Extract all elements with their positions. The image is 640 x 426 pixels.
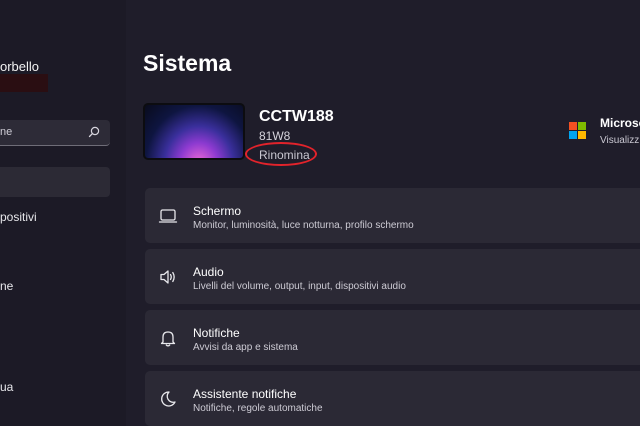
- search-icon[interactable]: [88, 126, 100, 138]
- microsoft-account-subtitle: Visualizz: [600, 135, 640, 146]
- user-name: orbello: [0, 59, 40, 74]
- setting-description: Avvisi da app e sistema: [193, 342, 298, 353]
- microsoft-logo-icon: [569, 122, 586, 139]
- red-annotation-circle: [245, 142, 317, 166]
- setting-title: Assistente notifiche: [193, 387, 297, 401]
- settings-card-audio[interactable]: Audio Livelli del volume, output, input,…: [145, 249, 640, 304]
- sidebar-item-rete[interactable]: ne: [0, 279, 13, 293]
- setting-title: Audio: [193, 265, 224, 279]
- redacted-user-email: [0, 74, 48, 92]
- device-wallpaper-thumbnail: [143, 103, 245, 160]
- monitor-icon: [158, 209, 178, 223]
- sidebar: orbello ne positivi ne ua: [0, 0, 126, 426]
- setting-description: Notifiche, regole automatiche: [193, 403, 323, 414]
- setting-description: Monitor, luminosità, luce notturna, prof…: [193, 220, 414, 231]
- settings-card-schermo[interactable]: Schermo Monitor, luminosità, luce nottur…: [145, 188, 640, 243]
- moon-icon: [161, 391, 176, 407]
- sidebar-item-lingua[interactable]: ua: [0, 380, 13, 394]
- bell-icon: [160, 331, 176, 347]
- device-model: 81W8: [259, 129, 291, 143]
- search-input[interactable]: ne: [0, 120, 110, 146]
- sidebar-item-sistema[interactable]: [0, 167, 110, 197]
- settings-card-notifiche[interactable]: Notifiche Avvisi da app e sistema: [145, 310, 640, 365]
- sidebar-item-dispositivi[interactable]: positivi: [0, 210, 37, 224]
- setting-title: Notifiche: [193, 326, 240, 340]
- device-name: CCTW188: [259, 108, 334, 125]
- page-title: Sistema: [143, 50, 232, 76]
- speaker-icon: [160, 270, 175, 284]
- settings-card-assistente-notifiche[interactable]: Assistente notifiche Notifiche, regole a…: [145, 371, 640, 426]
- setting-description: Livelli del volume, output, input, dispo…: [193, 281, 406, 292]
- search-input-text: ne: [0, 126, 13, 138]
- microsoft-account-title[interactable]: Microso: [600, 116, 640, 130]
- setting-title: Schermo: [193, 204, 242, 218]
